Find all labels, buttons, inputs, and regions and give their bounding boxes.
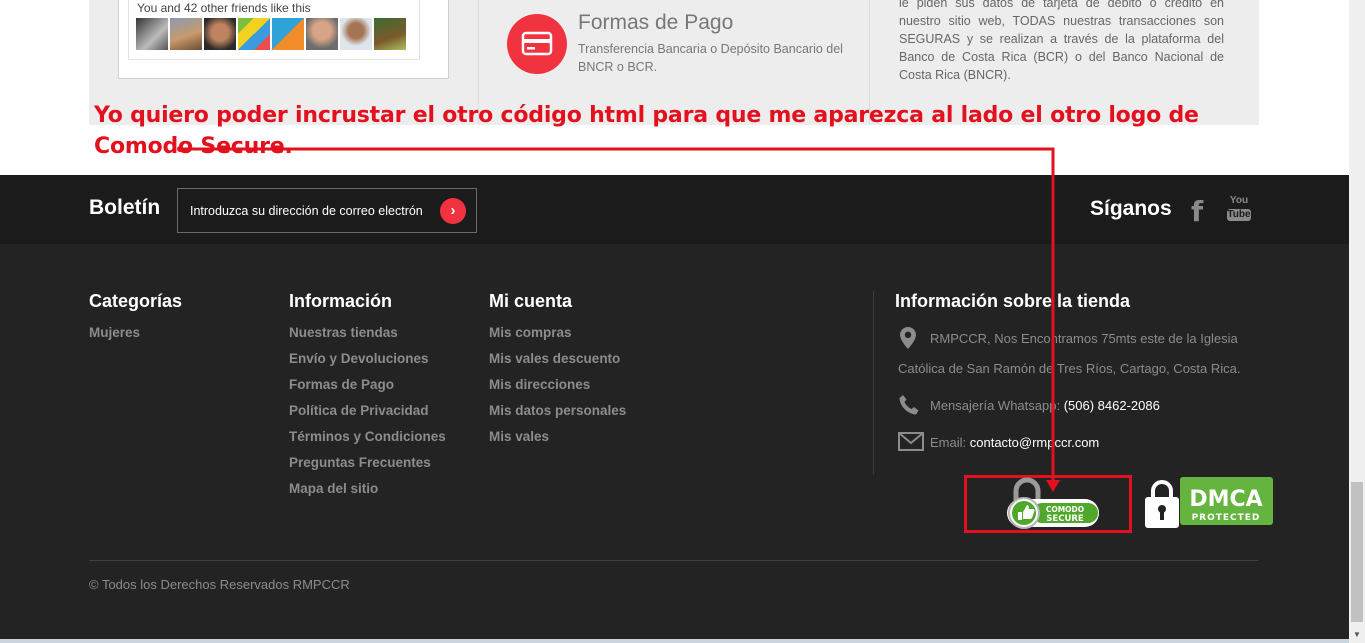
email-label: Email: <box>930 435 967 450</box>
friend-avatar[interactable] <box>272 18 304 50</box>
footer-link[interactable]: Mis vales descuento <box>489 350 626 376</box>
facebook-like-inner: You and 42 other friends like this <box>128 0 420 60</box>
footer-column-account: Mi cuenta Mis compras Mis vales descuent… <box>489 291 626 454</box>
taskbar-edge <box>0 639 1349 643</box>
site-footer: Categorías Mujeres Información Nuestras … <box>0 244 1349 639</box>
store-phone-row: Mensajería Whatsapp: (506) 8462-2086 <box>930 391 1160 421</box>
store-address-line1: RMPCCR, Nos Encontramos 75mts este de la… <box>930 331 1238 346</box>
footer-link[interactable]: Política de Privacidad <box>289 402 446 428</box>
footer-link[interactable]: Términos y Condiciones <box>289 428 446 454</box>
footer-link[interactable]: Mapa del sitio <box>289 480 446 506</box>
friend-avatar[interactable] <box>136 18 168 50</box>
facebook-icon[interactable]: f <box>1191 195 1203 228</box>
footer-link[interactable]: Mujeres <box>89 324 182 350</box>
scrollbar-thumb[interactable] <box>1351 482 1363 622</box>
footer-link[interactable]: Preguntas Frecuentes <box>289 454 446 480</box>
facebook-like-box: You and 42 other friends like this <box>118 0 449 79</box>
footer-heading-information: Información <box>289 291 393 311</box>
footer-link[interactable]: Formas de Pago <box>289 376 446 402</box>
newsletter-title: Boletín <box>89 196 161 219</box>
youtube-icon[interactable]: You Tube <box>1227 195 1251 225</box>
footer-link[interactable]: Mis datos personales <box>489 402 626 428</box>
footer-link[interactable]: Envío y Devoluciones <box>289 350 446 376</box>
phone-number[interactable]: (506) 8462-2086 <box>1064 398 1160 413</box>
friend-avatar[interactable] <box>340 18 372 50</box>
dmca-badge-text: DMCA <box>1189 487 1262 512</box>
credit-card-icon <box>521 31 553 56</box>
phone-label: Mensajería Whatsapp: <box>930 398 1061 413</box>
footer-column-information: Información Nuestras tiendas Envío y Dev… <box>289 291 446 506</box>
footer-link[interactable]: Mis vales <box>489 428 626 454</box>
footer-heading-account: Mi cuenta <box>489 291 573 311</box>
payment-icon-circle <box>507 14 567 74</box>
youtube-icon-top: You <box>1229 195 1249 206</box>
footer-link[interactable]: Nuestras tiendas <box>289 324 446 350</box>
location-pin-icon <box>900 327 916 349</box>
store-address-line2: Católica de San Ramón de Tres Ríos, Cart… <box>898 361 1241 376</box>
footer-column-categories: Categorías Mujeres <box>89 291 182 350</box>
envelope-icon <box>898 432 924 451</box>
footer-divider <box>873 291 874 474</box>
footer-link[interactable]: Mis direcciones <box>489 376 626 402</box>
comodo-secure-badge[interactable]: COMODO SECURE <box>1004 477 1102 529</box>
friend-avatar[interactable] <box>306 18 338 50</box>
footer-link[interactable]: Mis compras <box>489 324 626 350</box>
scroll-down-arrow-icon[interactable]: ▼ <box>1349 627 1365 643</box>
facebook-friends-text: You and 42 other friends like this <box>137 1 311 15</box>
dmca-protected-badge[interactable]: DMCA PROTECTED <box>1144 477 1274 529</box>
email-address[interactable]: contacto@rmpccr.com <box>970 435 1100 450</box>
page-scrollbar[interactable]: ▼ <box>1349 0 1365 643</box>
payment-description: Transferencia Bancaria o Depósito Bancar… <box>578 42 843 74</box>
newsletter-email-input[interactable] <box>177 188 477 233</box>
follow-us-label: Síganos <box>1090 197 1172 220</box>
friend-avatar[interactable] <box>238 18 270 50</box>
comodo-badge-line2: SECURE <box>1046 514 1084 524</box>
security-text: le piden sus datos de tarjeta de débito … <box>899 0 1224 82</box>
store-email-row: Email: contacto@rmpccr.com <box>930 428 1099 458</box>
footer-divider-line <box>89 560 1259 561</box>
comodo-badge-line1: COMODO <box>1046 505 1084 514</box>
phone-icon <box>899 395 919 415</box>
annotation-text: Yo quiero poder incrustar el otro código… <box>94 103 1199 159</box>
newsletter-bar: Boletín › Síganos f You Tube <box>0 175 1349 244</box>
footer-heading-categories: Categorías <box>89 291 183 311</box>
friend-avatar[interactable] <box>374 18 406 50</box>
facebook-friends-avatars <box>136 18 406 50</box>
youtube-icon-bottom: Tube <box>1227 209 1251 221</box>
payment-title: Formas de Pago <box>578 11 734 34</box>
dmca-badge-subtext: PROTECTED <box>1192 513 1261 523</box>
newsletter-submit-button[interactable]: › <box>440 198 466 224</box>
friend-avatar[interactable] <box>170 18 202 50</box>
footer-heading-store: Información sobre la tienda <box>895 291 1131 311</box>
copyright-text: © Todos los Derechos Reservados RMPCCR <box>89 577 350 592</box>
friend-avatar[interactable] <box>204 18 236 50</box>
